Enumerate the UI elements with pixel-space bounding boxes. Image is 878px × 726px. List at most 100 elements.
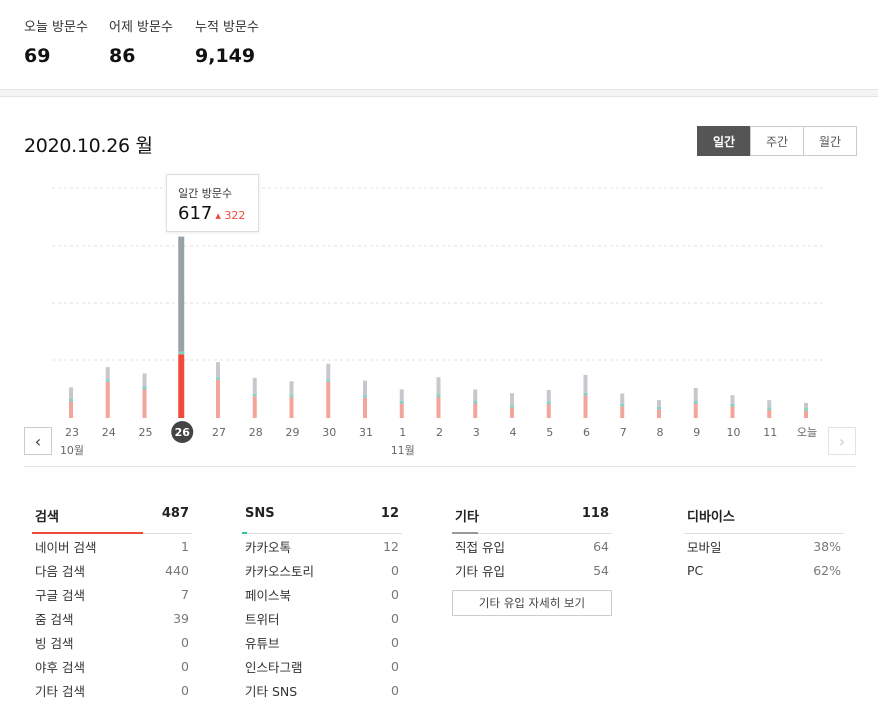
chart-bar-segment[interactable] bbox=[69, 398, 73, 402]
chart-bar-segment[interactable] bbox=[216, 379, 220, 418]
chart-bar-segment[interactable] bbox=[510, 393, 514, 406]
x-tick-label[interactable]: 3 bbox=[473, 426, 480, 439]
sns-title: SNS bbox=[245, 506, 275, 521]
chart-bar-segment[interactable] bbox=[583, 374, 588, 393]
chart-bar-segment[interactable] bbox=[252, 393, 257, 397]
chart-bar-segment[interactable] bbox=[657, 409, 661, 418]
x-tick-label[interactable]: 30 bbox=[322, 426, 336, 439]
x-tick-label[interactable]: 1 bbox=[399, 426, 406, 439]
x-tick-label[interactable]: 27 bbox=[212, 426, 226, 439]
x-tick-label[interactable]: 25 bbox=[139, 426, 153, 439]
source-row-label: 기타 유입 bbox=[455, 563, 505, 579]
chart-bar-segment[interactable] bbox=[767, 409, 772, 418]
x-tick-label[interactable]: 11 bbox=[763, 426, 777, 439]
x-tick-label[interactable]: 24 bbox=[102, 426, 116, 439]
chart-bar-segment[interactable] bbox=[583, 395, 588, 418]
chart-bar-segment[interactable] bbox=[216, 377, 220, 380]
x-tick-label[interactable]: 오늘 bbox=[797, 426, 817, 439]
chart-bar-segment[interactable] bbox=[178, 354, 185, 418]
tooltip-increase-value: 322 bbox=[224, 209, 246, 222]
chart-bar-segment[interactable] bbox=[142, 386, 147, 390]
chart-bar-segment[interactable] bbox=[363, 380, 367, 396]
chart-bar-segment[interactable] bbox=[546, 401, 551, 405]
chart-bar-segment[interactable] bbox=[436, 396, 441, 418]
x-tick-label[interactable]: 31 bbox=[359, 426, 373, 439]
x-tick-label[interactable]: 8 bbox=[657, 426, 664, 439]
chart-bar-segment[interactable] bbox=[436, 394, 441, 397]
tab-daily[interactable]: 일간 bbox=[697, 126, 751, 156]
chart-bar-segment[interactable] bbox=[510, 405, 514, 408]
chart-bar-segment[interactable] bbox=[326, 379, 331, 382]
chart-bar-segment[interactable] bbox=[142, 373, 147, 387]
x-tick-label[interactable]: 29 bbox=[286, 426, 300, 439]
source-row-label: 다음 검색 bbox=[35, 563, 85, 579]
source-row: 직접 유입 64 bbox=[452, 534, 612, 558]
chart-bar-segment[interactable] bbox=[436, 377, 441, 395]
chart-bar-segment[interactable] bbox=[326, 381, 331, 418]
chart-bar-segment[interactable] bbox=[105, 381, 110, 418]
chart-bar-segment[interactable] bbox=[583, 392, 588, 396]
chart-bar-segment[interactable] bbox=[620, 393, 625, 404]
x-tick-label[interactable]: 28 bbox=[249, 426, 263, 439]
chart-bar-segment[interactable] bbox=[620, 406, 625, 418]
x-tick-label[interactable]: 10 bbox=[727, 426, 741, 439]
chart-bar-segment[interactable] bbox=[473, 403, 478, 419]
chart-bar-segment[interactable] bbox=[289, 396, 294, 418]
tab-weekly[interactable]: 주간 bbox=[750, 126, 804, 156]
chart-bar-segment[interactable] bbox=[178, 351, 185, 355]
chart-bar-segment[interactable] bbox=[730, 406, 735, 418]
prev-button[interactable]: ‹ bbox=[24, 427, 52, 455]
x-tick-label[interactable]: 23 bbox=[65, 426, 79, 439]
chart-bar-segment[interactable] bbox=[105, 367, 110, 380]
chart-bar-segment[interactable] bbox=[142, 389, 147, 418]
chart-bar-segment[interactable] bbox=[620, 403, 625, 407]
chart-bar-segment[interactable] bbox=[657, 400, 661, 407]
chart-bar-segment[interactable] bbox=[252, 377, 257, 394]
chart-bar-segment[interactable] bbox=[216, 362, 220, 378]
chart-bar-segment[interactable] bbox=[693, 401, 698, 404]
chart-bar-segment[interactable] bbox=[105, 379, 110, 382]
chart-bar-segment[interactable] bbox=[693, 387, 698, 401]
chart-bar-segment[interactable] bbox=[473, 401, 478, 404]
chart-bar-segment[interactable] bbox=[767, 407, 772, 410]
chart-bar-segment[interactable] bbox=[326, 363, 331, 380]
x-tick-label[interactable]: 2 bbox=[436, 426, 443, 439]
search-total: 487 bbox=[161, 506, 189, 521]
yesterday-visits-value: 86 bbox=[109, 45, 136, 67]
chart-bar-segment[interactable] bbox=[289, 394, 294, 397]
chart-bar-segment[interactable] bbox=[804, 410, 808, 418]
x-tick-label[interactable]: 7 bbox=[620, 426, 627, 439]
source-row-label: 기타 검색 bbox=[35, 683, 85, 699]
chart-bar-segment[interactable] bbox=[178, 236, 185, 352]
chart-bar-segment[interactable] bbox=[730, 395, 735, 404]
chart-bar-segment[interactable] bbox=[399, 403, 404, 419]
chart-bar-segment[interactable] bbox=[510, 407, 514, 418]
chart-bar-segment[interactable] bbox=[363, 397, 367, 418]
chart-bar-segment[interactable] bbox=[657, 406, 661, 410]
chart-bar-segment[interactable] bbox=[399, 389, 404, 401]
chart-bar-segment[interactable] bbox=[804, 403, 808, 409]
chart-bar-segment[interactable] bbox=[730, 403, 735, 407]
chart-bar-segment[interactable] bbox=[399, 401, 404, 404]
x-tick-label[interactable]: 5 bbox=[546, 426, 553, 439]
other-details-button[interactable]: 기타 유입 자세히 보기 bbox=[452, 590, 612, 616]
tab-monthly[interactable]: 월간 bbox=[803, 126, 857, 156]
chart-bar-segment[interactable] bbox=[69, 401, 73, 418]
x-tick-label[interactable]: 6 bbox=[583, 426, 590, 439]
chevron-left-icon: ‹ bbox=[34, 431, 42, 451]
next-button[interactable]: › bbox=[828, 427, 856, 455]
chart-bar-segment[interactable] bbox=[546, 404, 551, 418]
x-tick-label[interactable]: 9 bbox=[693, 426, 700, 439]
x-tick-label[interactable]: 4 bbox=[510, 426, 517, 439]
chart-bar-segment[interactable] bbox=[69, 387, 73, 399]
chart-bar-segment[interactable] bbox=[473, 389, 478, 401]
chart-bar-segment[interactable] bbox=[363, 395, 367, 398]
chart-bar-segment[interactable] bbox=[804, 408, 808, 411]
chart-bar-segment[interactable] bbox=[767, 400, 772, 408]
chart-bar-segment[interactable] bbox=[289, 381, 294, 395]
chart-bar-segment[interactable] bbox=[693, 403, 698, 419]
search-share-bar bbox=[32, 532, 143, 534]
chart-bar-segment[interactable] bbox=[252, 396, 257, 418]
chart-bar-segment[interactable] bbox=[546, 389, 551, 402]
x-tick-label[interactable]: 26 bbox=[175, 426, 191, 439]
